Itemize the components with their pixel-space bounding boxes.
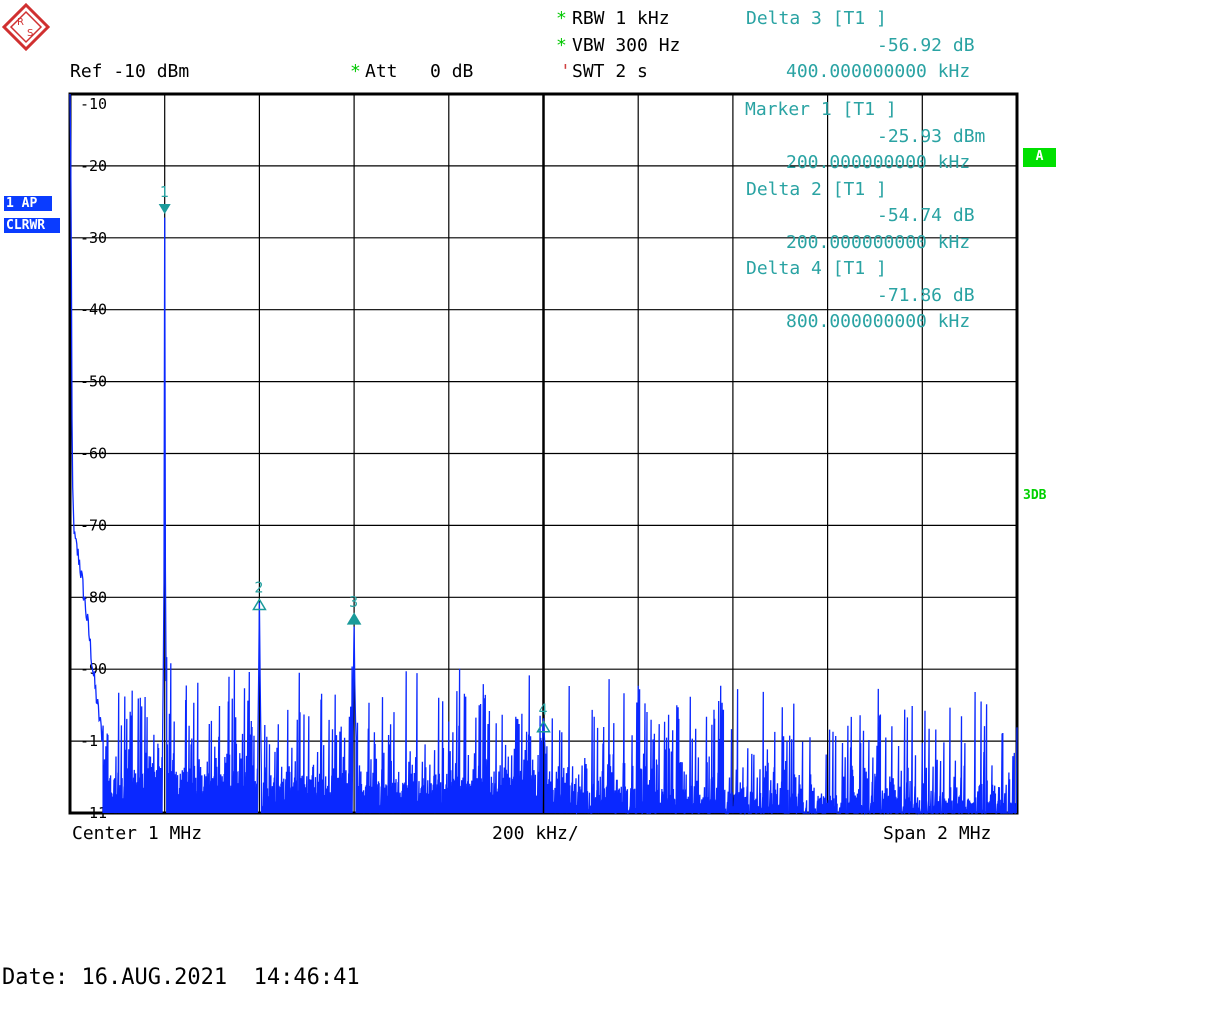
y-tick-labels: -10-20-30-40-50-60-70-80-90-1-11 bbox=[80, 95, 107, 822]
delta4-value: -71.86 dB bbox=[877, 285, 975, 306]
marker-label: 4 bbox=[539, 701, 548, 719]
marker-label: 2 bbox=[254, 578, 263, 596]
y-tick-label: -50 bbox=[80, 373, 107, 391]
y-tick-label: -60 bbox=[80, 445, 107, 463]
3db-label: 3DB bbox=[1023, 488, 1047, 503]
delta2-value: -54.74 dB bbox=[877, 205, 975, 226]
marker-triangle bbox=[346, 612, 362, 625]
trace-mode-badge: 1 AP bbox=[4, 196, 52, 211]
y-tick-label: -30 bbox=[80, 229, 107, 247]
marker1-value: -25.93 dBm bbox=[877, 126, 986, 147]
span-label: Span 2 MHz bbox=[883, 823, 992, 844]
y-tick-label: -1 bbox=[80, 732, 98, 750]
delta2-title: Delta 2 [T1 ] bbox=[746, 179, 887, 200]
y-tick-label: -10 bbox=[80, 95, 107, 113]
marker-1: 1 bbox=[158, 183, 171, 215]
clrwr-badge: CLRWR bbox=[4, 218, 60, 233]
delta2-freq: 200.000000000 kHz bbox=[786, 232, 971, 253]
marker1-title: Marker 1 [T1 ] bbox=[745, 99, 897, 120]
y-tick-label: -40 bbox=[80, 301, 107, 319]
a-badge: A bbox=[1023, 148, 1056, 167]
date-stamp: Date: 16.AUG.2021 14:46:41 bbox=[2, 965, 360, 990]
delta4-title: Delta 4 [T1 ] bbox=[746, 258, 887, 279]
y-tick-label: -20 bbox=[80, 157, 107, 175]
div-label: 200 kHz/ bbox=[492, 823, 579, 844]
y-tick-label: -70 bbox=[80, 516, 107, 534]
marker-triangle bbox=[158, 204, 171, 215]
marker-label: 1 bbox=[160, 183, 169, 201]
marker1-freq: 200.000000000 kHz bbox=[786, 152, 971, 173]
delta4-freq: 800.000000000 kHz bbox=[786, 311, 971, 332]
center-freq: Center 1 MHz bbox=[72, 823, 203, 844]
marker-label: 3 bbox=[349, 593, 358, 611]
